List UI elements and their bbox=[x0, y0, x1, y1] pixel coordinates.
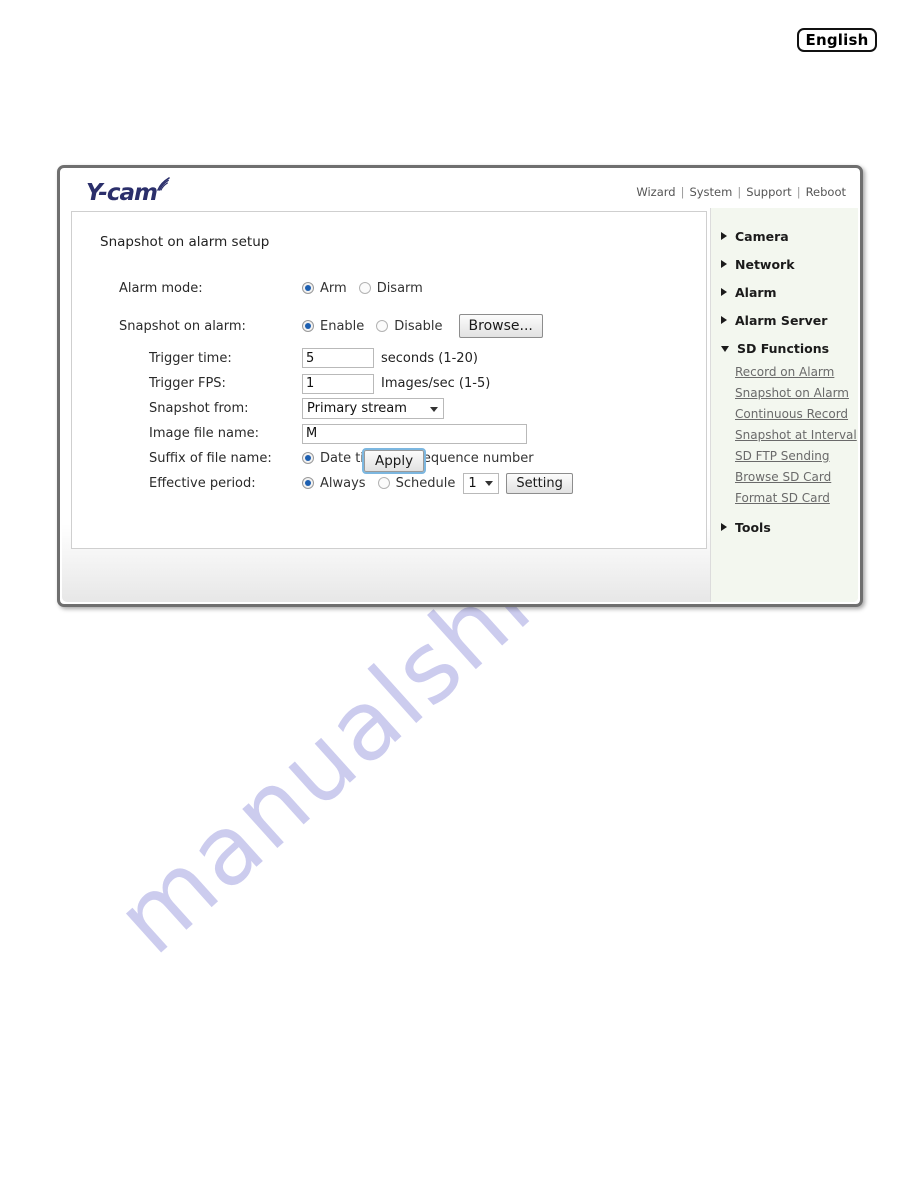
snapshot-from-selected-value: Primary stream bbox=[307, 401, 407, 416]
snapshot-on-alarm-radio-group: Enable Disable Browse... bbox=[302, 314, 543, 338]
radio-schedule[interactable] bbox=[377, 477, 390, 489]
radio-schedule-label[interactable]: Schedule bbox=[396, 476, 456, 491]
sidebar-item-network[interactable]: Network bbox=[711, 250, 858, 278]
trigger-fps-label: Trigger FPS: bbox=[149, 376, 226, 391]
sidebar-item-label: Camera bbox=[735, 228, 789, 244]
image-file-name-label: Image file name: bbox=[149, 426, 260, 441]
form-row-trigger-fps: Trigger FPS: Images/sec (1-5) bbox=[72, 371, 706, 396]
radio-enable[interactable] bbox=[302, 320, 314, 332]
trigger-time-unit: seconds (1-20) bbox=[381, 350, 478, 366]
sidebar-item-label: Alarm bbox=[735, 284, 777, 300]
sidebar-item-sd-ftp-sending[interactable]: SD FTP Sending bbox=[711, 446, 858, 467]
camera-web-ui-frame: Y-cam Wizard | System | Support | Reboot Snaps… bbox=[57, 165, 863, 607]
sidebar-item-label: Tools bbox=[735, 519, 771, 535]
sidebar-item-format-sd-card[interactable]: Format SD Card bbox=[711, 488, 858, 509]
trigger-fps-unit: Images/sec (1-5) bbox=[381, 376, 491, 391]
trigger-fps-input[interactable] bbox=[302, 373, 374, 394]
radio-disable[interactable] bbox=[376, 320, 389, 332]
chevron-right-icon bbox=[721, 523, 727, 531]
radio-sequence-number-label[interactable]: Sequence number bbox=[415, 451, 534, 466]
alarm-mode-radio-group: Arm Disarm bbox=[302, 281, 435, 296]
radio-disarm-label[interactable]: Disarm bbox=[377, 281, 423, 296]
schedule-number-select[interactable]: 1 bbox=[463, 472, 500, 494]
snapshot-from-select[interactable]: Primary stream bbox=[302, 398, 444, 419]
ycam-logo: Y-cam bbox=[86, 177, 170, 206]
page-title: Snapshot on alarm setup bbox=[100, 234, 270, 250]
sidebar-item-snapshot-at-interval[interactable]: Snapshot at Interval bbox=[711, 425, 858, 446]
radio-arm[interactable] bbox=[302, 282, 314, 294]
snapshot-on-alarm-label: Snapshot on alarm: bbox=[119, 318, 246, 334]
setting-button[interactable]: Setting bbox=[506, 472, 573, 494]
sidebar-item-label: SD Functions bbox=[737, 340, 830, 356]
sidebar-item-record-on-alarm[interactable]: Record on Alarm bbox=[711, 362, 858, 383]
form-row-effective-period: Effective period: Always Schedule 1 Sett… bbox=[72, 470, 706, 496]
alarm-mode-label: Alarm mode: bbox=[119, 280, 203, 296]
nav-link-reboot[interactable]: Reboot bbox=[804, 185, 848, 199]
sidebar-item-label: Alarm Server bbox=[735, 312, 828, 328]
browse-button[interactable]: Browse... bbox=[458, 314, 543, 338]
effective-period-control: Always Schedule 1 Setting bbox=[302, 472, 573, 494]
sidebar-item-tools[interactable]: Tools bbox=[711, 513, 858, 541]
nav-separator: | bbox=[796, 185, 801, 199]
form-row-alarm-mode: Alarm mode: Arm Disarm bbox=[72, 269, 706, 307]
chevron-right-icon bbox=[721, 232, 727, 240]
camera-web-ui-inner: Y-cam Wizard | System | Support | Reboot Snaps… bbox=[62, 170, 858, 602]
trigger-time-control: seconds (1-20) bbox=[302, 348, 478, 368]
chevron-down-icon bbox=[721, 346, 729, 352]
apply-button-wrapper: Apply bbox=[361, 448, 427, 474]
nav-link-wizard[interactable]: Wizard bbox=[634, 185, 677, 199]
radio-date-time[interactable] bbox=[302, 452, 314, 464]
form-row-trigger-time: Trigger time: seconds (1-20) bbox=[72, 345, 706, 371]
settings-sidebar: Camera Network Alarm Alarm Server SD Fun bbox=[710, 208, 858, 602]
sidebar-item-browse-sd-card[interactable]: Browse SD Card bbox=[711, 467, 858, 488]
sidebar-item-snapshot-on-alarm[interactable]: Snapshot on Alarm bbox=[711, 383, 858, 404]
form-row-image-file-name: Image file name: bbox=[72, 421, 706, 446]
logo-text: Y-cam bbox=[86, 180, 158, 206]
apply-button[interactable]: Apply bbox=[361, 448, 427, 474]
chevron-down-icon bbox=[485, 481, 494, 486]
trigger-fps-control: Images/sec (1-5) bbox=[302, 373, 491, 394]
trigger-time-label: Trigger time: bbox=[149, 350, 232, 366]
trigger-time-input[interactable] bbox=[302, 348, 374, 368]
schedule-number-value: 1 bbox=[468, 475, 477, 491]
nav-separator: | bbox=[680, 185, 685, 199]
radio-always-label[interactable]: Always bbox=[320, 476, 366, 491]
chevron-right-icon bbox=[721, 316, 727, 324]
nav-link-support[interactable]: Support bbox=[744, 185, 793, 199]
snapshot-from-label: Snapshot from: bbox=[149, 401, 249, 416]
radio-always[interactable] bbox=[302, 477, 314, 489]
image-file-name-control bbox=[302, 423, 527, 444]
wifi-signal-icon bbox=[157, 177, 170, 191]
settings-content-panel: Snapshot on alarm setup Alarm mode: Arm … bbox=[71, 211, 707, 549]
form-row-snapshot-on-alarm: Snapshot on alarm: Enable Disable Browse… bbox=[72, 307, 706, 345]
radio-disable-label[interactable]: Disable bbox=[394, 319, 442, 334]
effective-period-label: Effective period: bbox=[149, 475, 256, 491]
sidebar-item-alarm-server[interactable]: Alarm Server bbox=[711, 306, 858, 334]
sidebar-list: Camera Network Alarm Alarm Server SD Fun bbox=[711, 222, 858, 541]
form-row-snapshot-from: Snapshot from: Primary stream bbox=[72, 396, 706, 421]
nav-link-system[interactable]: System bbox=[687, 185, 734, 199]
chevron-right-icon bbox=[721, 260, 727, 268]
nav-separator: | bbox=[737, 185, 742, 199]
image-file-name-input[interactable] bbox=[302, 423, 527, 444]
chevron-down-icon bbox=[430, 406, 438, 412]
sidebar-item-camera[interactable]: Camera bbox=[711, 222, 858, 250]
suffix-of-file-name-label: Suffix of file name: bbox=[149, 450, 272, 466]
radio-disarm[interactable] bbox=[358, 282, 371, 294]
radio-arm-label[interactable]: Arm bbox=[320, 281, 347, 296]
sidebar-item-label: Network bbox=[735, 256, 795, 272]
sidebar-item-alarm[interactable]: Alarm bbox=[711, 278, 858, 306]
language-button[interactable]: English bbox=[797, 28, 877, 52]
top-navigation: Wizard | System | Support | Reboot bbox=[634, 185, 848, 199]
sidebar-item-sd-functions[interactable]: SD Functions bbox=[711, 334, 858, 362]
page-header: Y-cam Wizard | System | Support | Reboot bbox=[62, 170, 858, 208]
radio-enable-label[interactable]: Enable bbox=[320, 319, 364, 334]
sidebar-item-continuous-record[interactable]: Continuous Record bbox=[711, 404, 858, 425]
chevron-right-icon bbox=[721, 288, 727, 296]
snapshot-from-control: Primary stream bbox=[302, 398, 444, 419]
